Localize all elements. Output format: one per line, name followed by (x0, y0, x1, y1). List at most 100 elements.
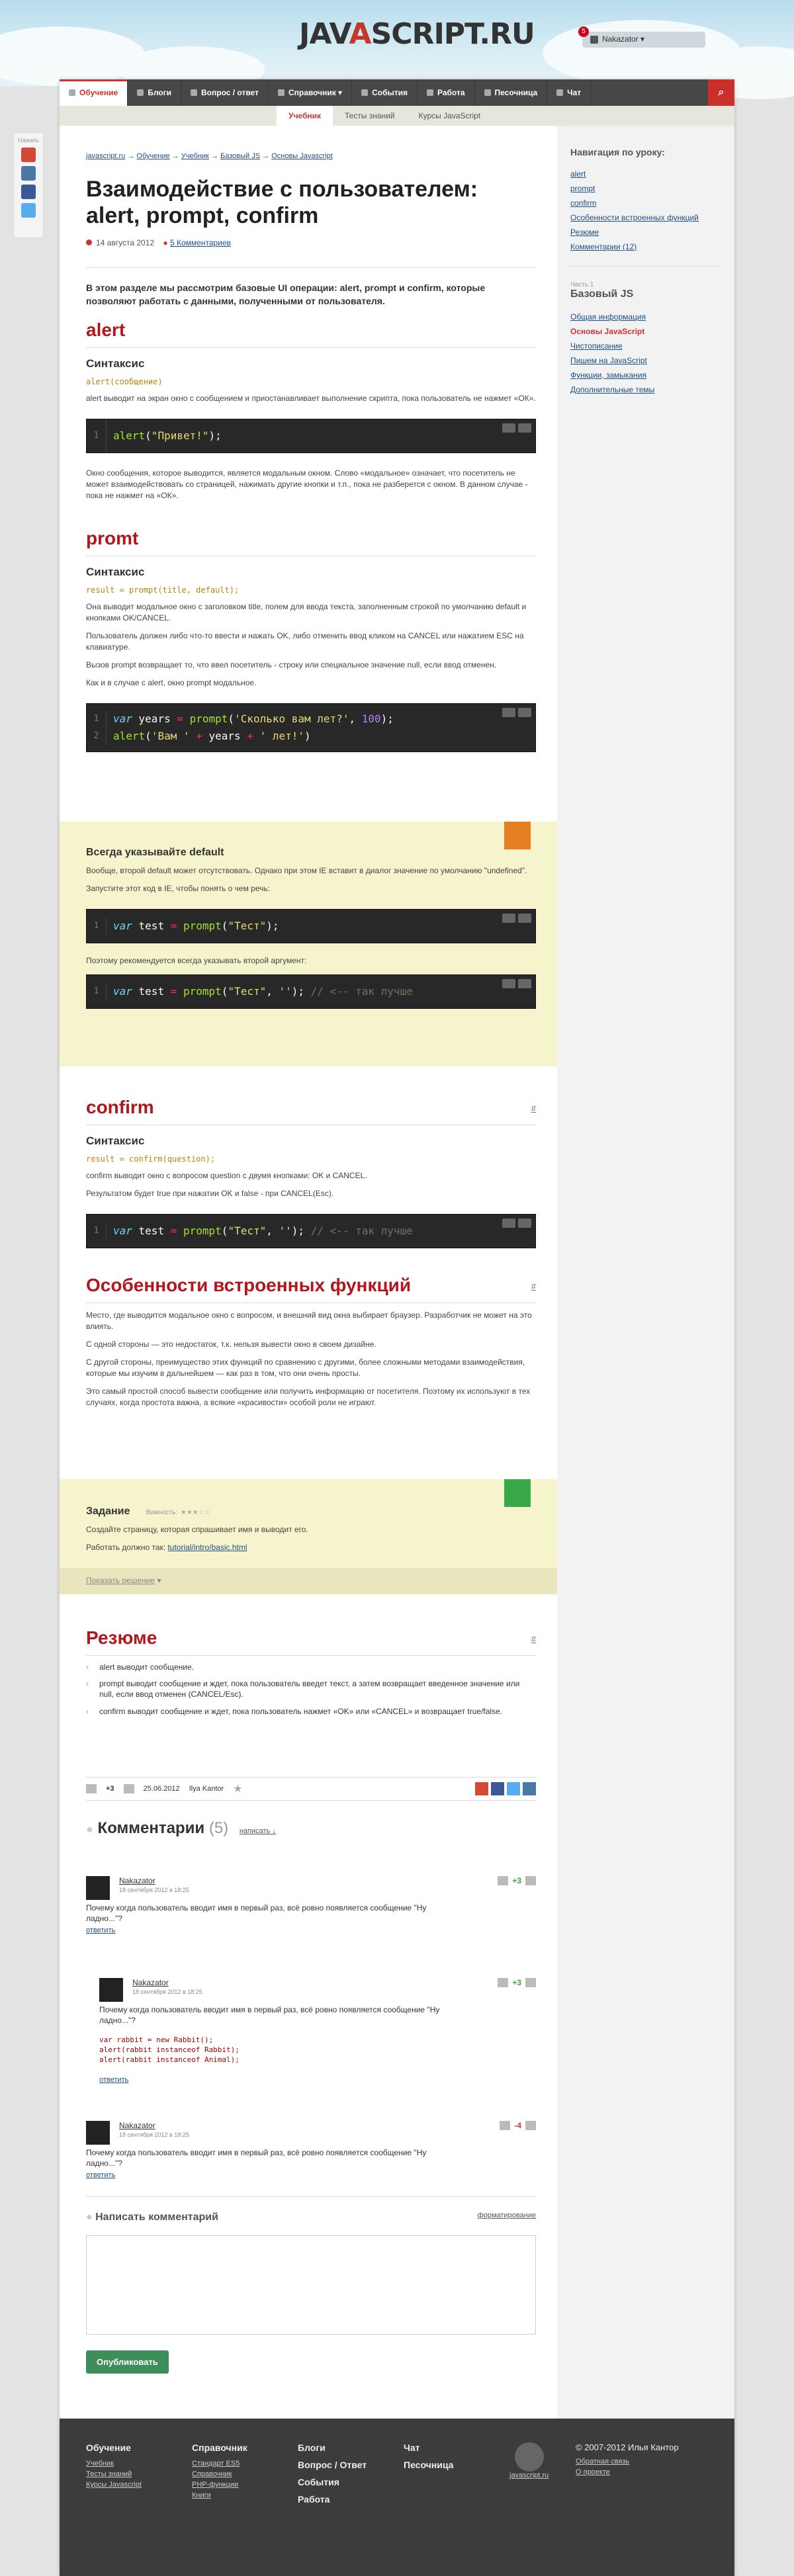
site-logo[interactable]: JAVASCRIPT.RU (299, 17, 535, 61)
syntax-code: result = prompt(title, default); (86, 585, 240, 595)
edit-icon[interactable] (502, 979, 515, 988)
avatar[interactable] (86, 1876, 110, 1900)
footer-link[interactable]: Справочник (192, 2470, 247, 2478)
footer-heading[interactable]: Вопрос / Ответ (298, 2460, 367, 2470)
footer-heading[interactable]: Работа (298, 2494, 367, 2505)
vote-up-icon[interactable] (123, 1784, 134, 1793)
footer-counter-link[interactable]: javascript.ru (509, 2471, 549, 2479)
comment-author[interactable]: Nakazator (119, 1876, 155, 1885)
chapter-link-current[interactable]: Основы JavaScript (570, 327, 721, 336)
run-icon[interactable] (518, 1219, 531, 1228)
nav-qa[interactable]: Вопрос / ответ (181, 79, 269, 106)
footer-link[interactable]: Обратная связь (576, 2458, 679, 2466)
formatting-link[interactable]: форматирование (478, 2211, 536, 2219)
avatar[interactable] (99, 1978, 123, 2002)
nav-jobs[interactable]: Работа (418, 79, 475, 106)
edit-icon[interactable] (502, 914, 515, 923)
tab-courses[interactable]: Курсы JavaScript (407, 106, 493, 126)
chapter-link[interactable]: Чистописание (570, 341, 721, 351)
search-button[interactable]: ⌕ (708, 79, 734, 106)
footer-link[interactable]: PHP-функции (192, 2481, 247, 2489)
notification-badge[interactable]: 5 (578, 26, 589, 37)
google-plus-icon[interactable] (475, 1782, 488, 1795)
breadcrumb-link[interactable]: javascript.ru (86, 152, 125, 160)
nav-sandbox[interactable]: Песочница (475, 79, 548, 106)
nav-reference[interactable]: Справочник ▾ (269, 79, 353, 106)
footer-link[interactable]: Курсы Javascript (86, 2481, 142, 2489)
paragraph: Работать должно так: tutorial/intro/basi… (86, 1542, 531, 1553)
vote-up-icon[interactable] (525, 1978, 536, 1987)
vk-icon[interactable] (523, 1782, 536, 1795)
footer-heading[interactable]: Справочник (192, 2442, 247, 2453)
show-solution-bar[interactable]: Показать решение ▾ (60, 1568, 557, 1594)
reply-link[interactable]: ответить (86, 2171, 115, 2179)
anchor-link[interactable]: # (531, 1281, 536, 1291)
sidebar-link[interactable]: confirm (570, 198, 721, 208)
twitter-icon[interactable] (507, 1782, 520, 1795)
task-link[interactable]: tutorial/intro/basic.html (167, 1543, 247, 1552)
favorite-star-icon[interactable]: ★ (233, 1782, 242, 1795)
sidebar-link[interactable]: Особенности встроенных функций (570, 213, 721, 222)
footer-heading[interactable]: Блоги (298, 2442, 367, 2453)
sidebar-link[interactable]: Комментарии (12) (570, 242, 721, 251)
breadcrumb-link[interactable]: Обучение (136, 152, 169, 160)
footer-heading[interactable]: Обучение (86, 2442, 142, 2453)
footer-link[interactable]: Книги (192, 2491, 247, 2499)
facebook-icon[interactable] (21, 185, 36, 199)
footer-heading[interactable]: События (298, 2477, 367, 2487)
footer-link[interactable]: Стандарт ES5 (192, 2460, 247, 2468)
vote-down-icon[interactable] (86, 1784, 97, 1793)
reply-link[interactable]: ответить (86, 1926, 115, 1934)
anchor-link[interactable]: # (531, 1103, 536, 1113)
run-icon[interactable] (518, 979, 531, 988)
footer-heading[interactable]: Чат (404, 2442, 453, 2453)
comment-textarea[interactable] (86, 2235, 536, 2335)
comment-author[interactable]: Nakazator (119, 2121, 155, 2130)
sidebar-link[interactable]: alert (570, 169, 721, 179)
nav-blogs[interactable]: Блоги (128, 79, 181, 106)
breadcrumb-link[interactable]: Базовый JS (220, 152, 260, 160)
breadcrumb-link[interactable]: Учебник (181, 152, 209, 160)
breadcrumb-link[interactable]: Основы Javascript (271, 152, 333, 160)
facebook-icon[interactable] (491, 1782, 504, 1795)
vote-down-icon[interactable] (498, 1876, 509, 1885)
vote-down-icon[interactable] (498, 1978, 509, 1987)
sidebar-link[interactable]: Резюме (570, 228, 721, 237)
anchor-link[interactable]: # (531, 1634, 536, 1644)
show-solution-link[interactable]: Показать решение (86, 1576, 155, 1585)
run-icon[interactable] (518, 914, 531, 923)
vote-up-icon[interactable] (525, 1876, 536, 1885)
run-icon[interactable] (518, 423, 531, 433)
chapter-link[interactable]: Общая информация (570, 312, 721, 322)
reply-link[interactable]: ответить (99, 2076, 128, 2084)
tab-tests[interactable]: Тесты знаний (333, 106, 407, 126)
user-menu[interactable]: 5 Nakazator ▾ (578, 26, 705, 48)
edit-icon[interactable] (502, 708, 515, 717)
footer-link[interactable]: О проекте (576, 2468, 679, 2476)
chapter-link[interactable]: Пишем на JavaScript (570, 356, 721, 365)
avatar[interactable] (86, 2121, 110, 2145)
footer-heading[interactable]: Песочница (404, 2460, 453, 2470)
edit-icon[interactable] (502, 423, 515, 433)
nav-events[interactable]: События (352, 79, 418, 106)
vote-up-icon[interactable] (525, 2121, 536, 2130)
publish-button[interactable]: Опубликовать (86, 2350, 169, 2374)
sidebar-link[interactable]: prompt (570, 184, 721, 193)
twitter-icon[interactable] (21, 203, 36, 218)
footer-link[interactable]: Тесты знаний (86, 2470, 142, 2478)
chapter-link[interactable]: Дополнительные темы (570, 385, 721, 394)
tab-tutorial[interactable]: Учебник (277, 106, 333, 126)
run-icon[interactable] (518, 708, 531, 717)
vk-icon[interactable] (21, 166, 36, 181)
nav-learning[interactable]: Обучение (60, 79, 128, 106)
write-comment-link[interactable]: написать ↓ (240, 1827, 276, 1835)
edit-icon[interactable] (502, 1219, 515, 1228)
chapter-link[interactable]: Функции, замыкания (570, 370, 721, 380)
google-plus-icon[interactable] (21, 148, 36, 162)
footer-link[interactable]: Учебник (86, 2460, 142, 2468)
comment-author[interactable]: Nakazator (132, 1978, 169, 1987)
comments-link[interactable]: 5 Комментариев (170, 238, 231, 247)
nav-chat[interactable]: Чат (547, 79, 592, 106)
article-author[interactable]: Ilya Kantor (189, 1785, 224, 1793)
vote-down-icon[interactable] (500, 2121, 511, 2130)
